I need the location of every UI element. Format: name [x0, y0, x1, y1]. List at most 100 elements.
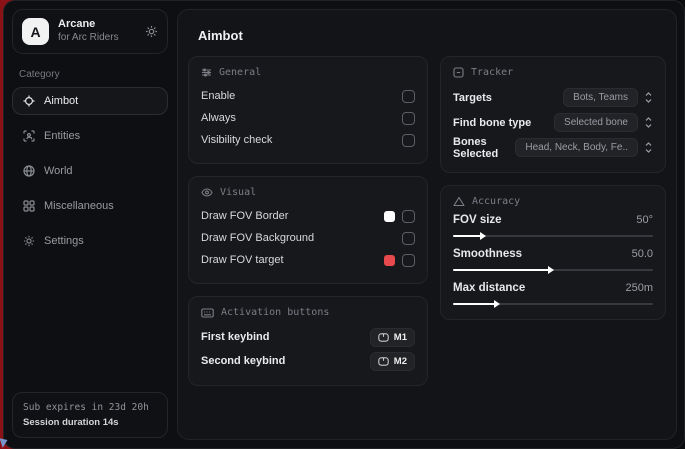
mouse-icon [378, 357, 389, 366]
setting-row: Draw FOV Background [201, 227, 415, 249]
target-box-icon [453, 67, 464, 78]
find-bone-type-dropdown[interactable]: Selected bone [554, 113, 653, 132]
slider-label: Smoothness [453, 248, 522, 260]
sidebar-item-label: World [44, 165, 73, 177]
page-title: Aimbot [198, 28, 666, 43]
slider-knob[interactable] [480, 232, 486, 240]
keybind-value: M2 [394, 356, 407, 367]
sidebar-item-settings[interactable]: Settings [12, 227, 168, 255]
sidebar-item-label: Entities [44, 130, 80, 142]
setting-row: Find bone type Selected bone [453, 110, 653, 135]
crosshair-icon [23, 95, 35, 107]
max-distance-slider-row: Max distance 250m [453, 282, 653, 305]
brand-header: A Arcane for Arc Riders [12, 9, 168, 54]
slider-label: Max distance [453, 282, 525, 294]
setting-row: Enable [201, 85, 415, 107]
tune-icon [201, 67, 212, 78]
grid-icon [23, 200, 35, 212]
general-card: General Enable Always Visibility check [188, 56, 428, 164]
setting-label: Second keybind [201, 355, 285, 367]
dropdown-value: Bots, Teams [563, 88, 638, 107]
first-keybind-button[interactable]: M1 [370, 328, 415, 347]
setting-row: Bones Selected Head, Neck, Body, Fe.. [453, 135, 653, 160]
setting-row: Second keybind M2 [201, 349, 415, 373]
mouse-icon [378, 333, 389, 342]
slider-label: FOV size [453, 214, 502, 226]
setting-row: First keybind M1 [201, 325, 415, 349]
setting-label: First keybind [201, 331, 269, 343]
dropdown-value: Head, Neck, Body, Fe.. [515, 138, 638, 157]
setting-label: Bones Selected [453, 136, 515, 160]
setting-row: Targets Bots, Teams [453, 85, 653, 110]
dropdown-value: Selected bone [554, 113, 638, 132]
sub-expiry-text: Sub expires in 23d 20h [23, 402, 157, 413]
app-name: Arcane [58, 18, 136, 32]
second-keybind-button[interactable]: M2 [370, 352, 415, 371]
card-title: Tracker [471, 67, 513, 78]
unfold-icon [644, 92, 653, 103]
slider-knob[interactable] [548, 266, 554, 274]
subscription-box: Sub expires in 23d 20h Session duration … [12, 392, 168, 438]
bones-selected-dropdown[interactable]: Head, Neck, Body, Fe.. [515, 138, 653, 157]
setting-label: Find bone type [453, 117, 531, 129]
always-checkbox[interactable] [402, 112, 415, 125]
smoothness-slider-row: Smoothness 50.0 [453, 248, 653, 271]
accuracy-card: Accuracy FOV size 50° [440, 185, 666, 320]
slider-knob[interactable] [494, 300, 500, 308]
logo-letter: A [30, 24, 40, 40]
category-label: Category [19, 69, 161, 80]
targets-dropdown[interactable]: Bots, Teams [563, 88, 653, 107]
app-logo: A [22, 18, 49, 45]
draw-fov-target-checkbox[interactable] [402, 254, 415, 267]
sidebar-item-miscellaneous[interactable]: Miscellaneous [12, 192, 168, 220]
fov-size-slider[interactable] [453, 235, 653, 237]
setting-label: Draw FOV Background [201, 232, 314, 244]
card-title: Activation buttons [221, 307, 329, 318]
card-title: General [219, 67, 261, 78]
setting-row: Visibility check [201, 129, 415, 151]
brand-gear-icon[interactable] [145, 25, 158, 38]
entities-icon [23, 130, 35, 142]
fov-border-color-swatch[interactable] [384, 211, 395, 222]
activation-card: Activation buttons First keybind M1 [188, 296, 428, 386]
setting-label: Targets [453, 92, 492, 104]
sidebar-item-aimbot[interactable]: Aimbot [12, 87, 168, 115]
visibility-check-checkbox[interactable] [402, 134, 415, 147]
sidebar-item-label: Aimbot [44, 95, 78, 107]
setting-row: Draw FOV Border [201, 205, 415, 227]
globe-icon [23, 165, 35, 177]
tracker-card: Tracker Targets Bots, Teams [440, 56, 666, 173]
keybind-value: M1 [394, 332, 407, 343]
setting-label: Draw FOV Border [201, 210, 288, 222]
setting-row: Draw FOV target [201, 249, 415, 271]
setting-label: Visibility check [201, 134, 272, 146]
slider-value: 250m [625, 282, 653, 294]
keyboard-icon [201, 308, 214, 318]
unfold-icon [644, 142, 653, 153]
sidebar: A Arcane for Arc Riders Category [4, 1, 176, 448]
unfold-icon [644, 117, 653, 128]
draw-fov-background-checkbox[interactable] [402, 232, 415, 245]
draw-fov-border-checkbox[interactable] [402, 210, 415, 223]
max-distance-slider[interactable] [453, 303, 653, 305]
card-title: Accuracy [472, 196, 520, 207]
setting-label: Enable [201, 90, 235, 102]
slider-value: 50.0 [632, 248, 653, 260]
eye-icon [201, 187, 213, 198]
smoothness-slider[interactable] [453, 269, 653, 271]
setting-label: Draw FOV target [201, 254, 284, 266]
session-duration-text: Session duration 14s [23, 417, 157, 428]
gear-icon [23, 235, 35, 247]
sidebar-item-label: Miscellaneous [44, 200, 114, 212]
main-panel: Aimbot General [177, 9, 677, 440]
fov-target-color-swatch[interactable] [384, 255, 395, 266]
sidebar-item-entities[interactable]: Entities [12, 122, 168, 150]
enable-checkbox[interactable] [402, 90, 415, 103]
setting-label: Always [201, 112, 236, 124]
app-subtitle: for Arc Riders [58, 32, 136, 45]
app-window: A Arcane for Arc Riders Category [3, 0, 685, 449]
triangle-icon [453, 196, 465, 207]
sidebar-item-label: Settings [44, 235, 84, 247]
card-title: Visual [220, 187, 256, 198]
sidebar-item-world[interactable]: World [12, 157, 168, 185]
